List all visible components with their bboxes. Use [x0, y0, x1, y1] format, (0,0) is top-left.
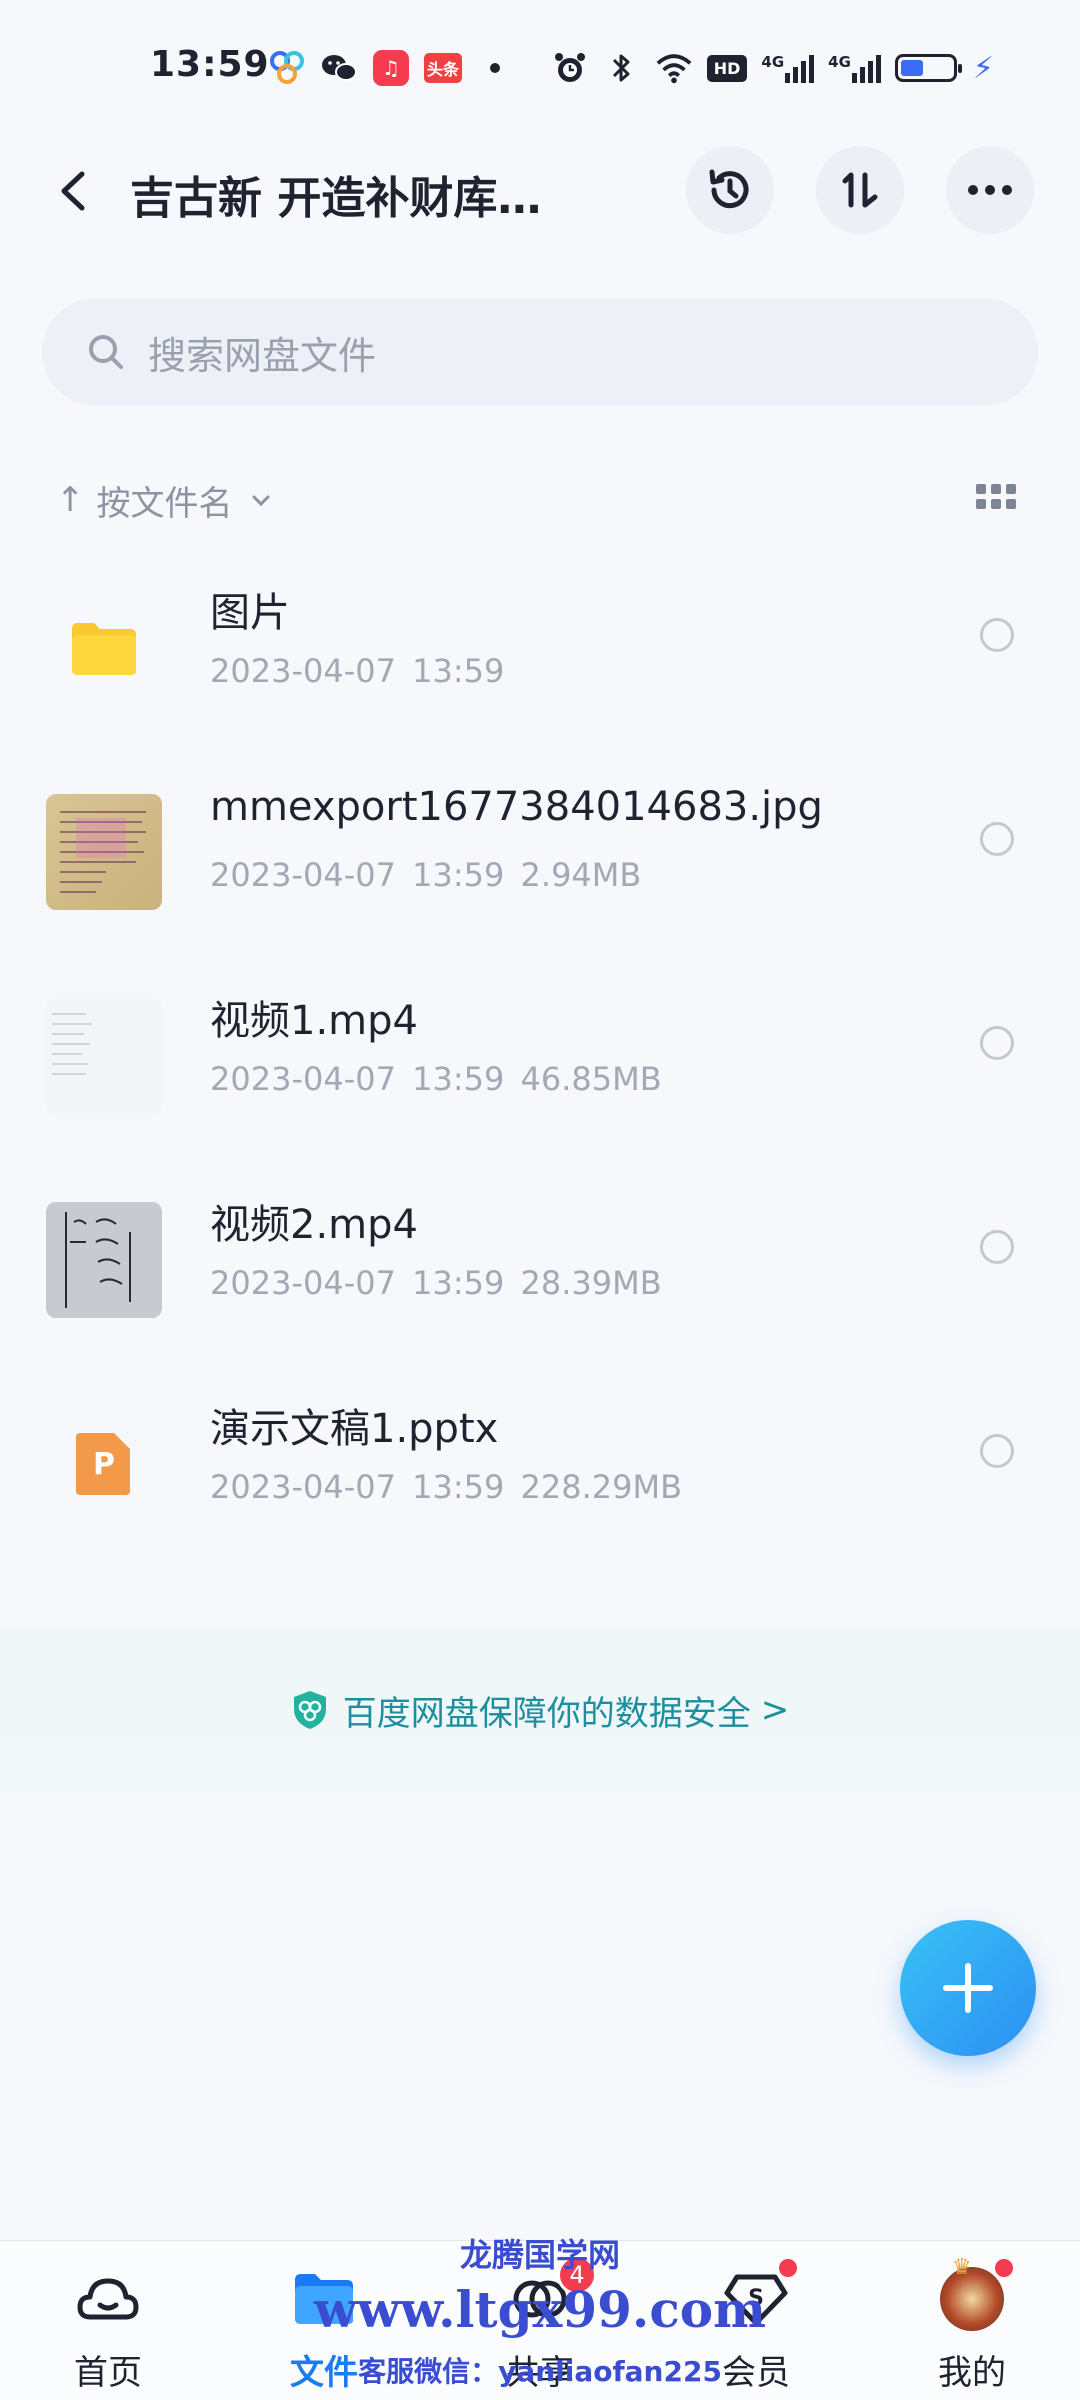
notification-icons: ♫ 头条 — [268, 46, 514, 90]
list-item[interactable]: P 演示文稿1.pptx 2023-04-07 13:59 228.29MB — [0, 1372, 1080, 1576]
dot-icon — [476, 49, 514, 87]
file-name: 图片 — [210, 590, 290, 636]
charging-icon: ⚡ — [972, 50, 994, 86]
select-radio[interactable] — [980, 1026, 1014, 1060]
file-meta: 2023-04-07 13:59 — [210, 652, 505, 690]
bottom-nav: 首页 文件 4 共享 S 会员 ♛ 我的 — [0, 2240, 1080, 2400]
nav-files[interactable]: 文件 — [216, 2241, 432, 2400]
svg-text:S: S — [748, 2286, 764, 2311]
list-item[interactable]: 视频1.mp4 2023-04-07 13:59 46.85MB — [0, 964, 1080, 1168]
notification-dot — [779, 2259, 797, 2277]
nav-me-icon: ♛ — [937, 2255, 1013, 2331]
system-icons: HD 4G 4G ⚡ — [551, 46, 994, 90]
sort-label[interactable]: 按文件名 — [97, 476, 233, 525]
file-name: mmexport1677384014683.jpg — [210, 784, 823, 830]
search-icon — [89, 335, 123, 369]
search-input[interactable]: 搜索网盘文件 — [42, 298, 1038, 406]
status-time: 13:59 — [150, 44, 270, 85]
shield-icon — [293, 1691, 326, 1729]
alarm-icon — [551, 49, 589, 87]
image-thumbnail — [46, 794, 162, 910]
file-meta: 2023-04-07 13:59 46.85MB — [210, 1060, 662, 1098]
file-meta: 2023-04-07 13:59 228.29MB — [210, 1468, 683, 1506]
toutiao-icon: 头条 — [424, 49, 462, 87]
history-icon — [709, 169, 749, 209]
file-name: 演示文稿1.pptx — [210, 1406, 499, 1452]
nav-me[interactable]: ♛ 我的 — [864, 2241, 1080, 2400]
avatar: ♛ — [940, 2255, 1004, 2331]
history-button[interactable] — [686, 146, 774, 234]
notification-dot — [995, 2259, 1013, 2277]
sort-row: ↑ 按文件名 — [56, 470, 1026, 530]
select-radio[interactable] — [980, 618, 1014, 652]
list-item[interactable]: mmexport1677384014683.jpg 2023-04-07 13:… — [0, 760, 1080, 964]
nav-label: 共享 — [506, 2353, 574, 2393]
signal-icon: 4G — [761, 53, 815, 83]
pptx-file-icon: P — [46, 1406, 162, 1522]
chevron-down-icon[interactable] — [249, 488, 273, 512]
file-list: 图片 2023-04-07 13:59 mmexport167738401468… — [0, 556, 1080, 1576]
home-cloud-icon — [73, 2267, 143, 2331]
list-item[interactable]: 视频2.mp4 2023-04-07 13:59 28.39MB — [0, 1168, 1080, 1372]
grid-view-icon[interactable] — [976, 484, 1016, 514]
share-icon: 4 — [505, 2255, 597, 2331]
sort-icon — [842, 172, 878, 208]
plus-icon — [943, 1963, 993, 2013]
hd-icon: HD — [706, 54, 748, 82]
nav-share[interactable]: 4 共享 — [432, 2241, 648, 2400]
nav-label: 首页 — [74, 2353, 142, 2393]
wechat-icon — [320, 49, 358, 87]
sort-button[interactable] — [816, 146, 904, 234]
nav-label: 文件 — [290, 2353, 358, 2393]
file-name: 视频2.mp4 — [210, 1202, 418, 1248]
crown-icon: ♛ — [952, 2255, 972, 2280]
battery-icon — [894, 54, 962, 82]
list-item[interactable]: 图片 2023-04-07 13:59 — [0, 556, 1080, 760]
video-thumbnail — [46, 998, 162, 1114]
bluetooth-icon — [603, 49, 641, 87]
files-folder-icon — [289, 2267, 359, 2331]
add-button[interactable] — [900, 1920, 1036, 2056]
nav-label: 我的 — [938, 2353, 1006, 2393]
folder-icon — [46, 590, 162, 706]
netease-music-icon: ♫ — [372, 49, 410, 87]
header: 吉古新 开造补财库… — [0, 140, 1080, 240]
baidu-cloud-icon — [268, 49, 306, 87]
file-name: 视频1.mp4 — [210, 998, 418, 1044]
security-banner[interactable]: 百度网盘保障你的数据安全 > — [0, 1630, 1080, 1790]
select-radio[interactable] — [980, 822, 1014, 856]
search-placeholder: 搜索网盘文件 — [148, 333, 377, 378]
more-icon — [968, 185, 1012, 195]
nav-home[interactable]: 首页 — [0, 2241, 216, 2400]
status-bar: 13:59 ♫ 头条 HD 4G 4G ⚡ — [0, 0, 1080, 130]
video-thumbnail — [46, 1202, 162, 1318]
security-banner-text: 百度网盘保障你的数据安全 — [342, 1693, 751, 1734]
share-count-badge: 4 — [557, 2255, 597, 2295]
select-radio[interactable] — [980, 1434, 1014, 1468]
file-meta: 2023-04-07 13:59 2.94MB — [210, 856, 642, 894]
vip-diamond-icon: S — [721, 2259, 797, 2331]
back-icon[interactable] — [50, 166, 100, 216]
signal-icon: 4G — [828, 53, 881, 83]
nav-label: 会员 — [722, 2353, 790, 2393]
select-radio[interactable] — [980, 1230, 1014, 1264]
file-meta: 2023-04-07 13:59 28.39MB — [210, 1264, 662, 1302]
sort-direction-icon[interactable]: ↑ — [56, 480, 85, 520]
nav-vip[interactable]: S 会员 — [648, 2241, 864, 2400]
chevron-right-icon: > — [760, 1690, 790, 1730]
more-button[interactable] — [946, 146, 1034, 234]
page-title: 吉古新 开造补财库… — [130, 173, 542, 224]
wifi-icon — [655, 49, 693, 87]
